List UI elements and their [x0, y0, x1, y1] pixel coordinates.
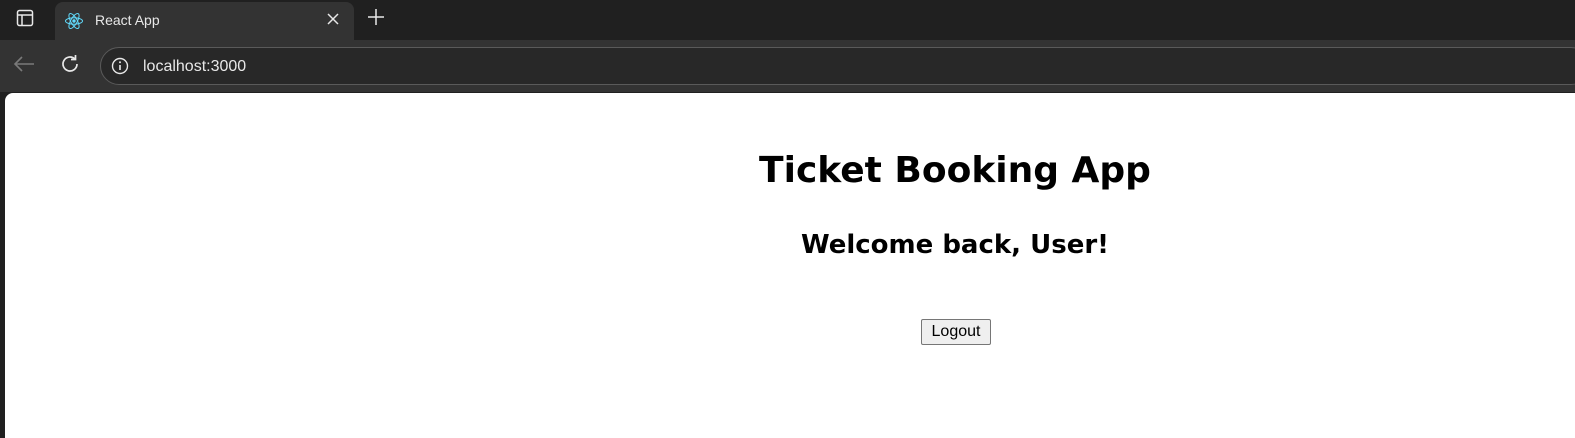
- close-icon: [327, 12, 339, 30]
- browser-toolbar: localhost:3000: [0, 40, 1575, 92]
- tab-actions-button[interactable]: [10, 6, 40, 34]
- address-bar[interactable]: localhost:3000: [100, 47, 1575, 85]
- logout-button[interactable]: Logout: [921, 319, 991, 345]
- reload-button[interactable]: [56, 52, 84, 80]
- tab-react-app[interactable]: React App: [55, 2, 354, 40]
- page-viewport: Ticket Booking App Welcome back, User! L…: [5, 93, 1575, 438]
- close-tab-button[interactable]: [322, 10, 344, 32]
- tab-strip: React App: [0, 0, 1575, 40]
- plus-icon: [367, 8, 385, 31]
- new-tab-button[interactable]: [362, 5, 390, 33]
- back-arrow-icon: [13, 55, 35, 78]
- tab-title: React App: [95, 12, 160, 28]
- browser-window: React App localhost:3000 Ticket Booking …: [0, 0, 1575, 438]
- reload-icon: [59, 53, 81, 80]
- back-button[interactable]: [10, 52, 38, 80]
- welcome-message: Welcome back, User!: [800, 230, 1110, 260]
- tab-actions-icon: [16, 9, 34, 32]
- react-logo-icon: [63, 10, 85, 32]
- page-title: Ticket Booking App: [759, 150, 1151, 191]
- url-text[interactable]: localhost:3000: [143, 58, 246, 76]
- info-icon[interactable]: [110, 56, 130, 76]
